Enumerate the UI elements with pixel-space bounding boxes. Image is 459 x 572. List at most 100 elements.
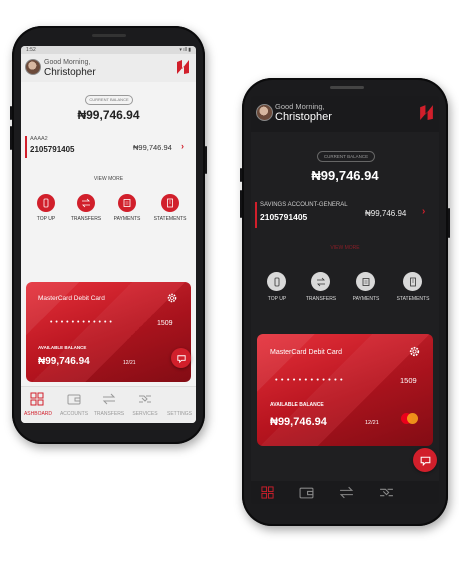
- services-handshake-icon: [139, 395, 151, 403]
- account-name: AAAA2: [30, 136, 48, 142]
- dashboard-grid-icon[interactable]: [261, 486, 274, 499]
- view-more-link[interactable]: VIEW MORE: [21, 176, 196, 182]
- current-balance: ₦99,746.94: [311, 168, 379, 183]
- header: Good Morning, Christopher: [251, 96, 439, 132]
- account-accent-bar: [255, 202, 257, 228]
- card-title: MasterCard Debit Card: [38, 295, 105, 302]
- phone-topup-icon: [37, 194, 55, 212]
- action-label: TRANSFERS: [70, 216, 102, 222]
- account-number: 2105791405: [30, 145, 75, 154]
- avatar[interactable]: [256, 104, 273, 121]
- header: Good Morning, Christopher: [21, 54, 196, 82]
- action-transfers[interactable]: TRANSFERS: [303, 272, 339, 310]
- nav-dashboard[interactable]: ASHBOARD: [21, 387, 55, 423]
- transfer-arrows-icon: [311, 272, 330, 291]
- greeting: Good Morning,: [275, 102, 325, 111]
- action-top-up[interactable]: TOP UP: [29, 194, 63, 230]
- account-name: SAVINGS ACCOUNT-GENERAL: [260, 202, 348, 208]
- status-time: 1:52: [26, 47, 36, 53]
- action-payments[interactable]: PAYMENTS: [348, 272, 384, 310]
- settings-gear-icon[interactable]: [166, 292, 178, 304]
- wallet-icon[interactable]: [299, 486, 314, 499]
- light-theme-phone: 1:52 ▾ ıll ▮ Good Morning, Christopher C…: [10, 26, 207, 444]
- dark-theme-phone: Good Morning, Christopher CURRENT BALANC…: [240, 78, 450, 526]
- card-balance: ₦99,746.94: [270, 416, 327, 428]
- action-label: PAYMENTS: [352, 296, 380, 302]
- avatar[interactable]: [25, 59, 41, 75]
- wallet-icon: [67, 394, 81, 405]
- power-button: [448, 208, 450, 238]
- payments-receipt-icon: [356, 272, 375, 291]
- speaker-grille: [330, 86, 364, 89]
- masked-card-number: • • • • • • • • • • • •: [50, 319, 113, 326]
- action-label: TRANSFERS: [305, 296, 337, 302]
- card-expiry: 12/21: [365, 420, 379, 426]
- nav-label: SETTINGS: [167, 411, 193, 417]
- payments-receipt-icon: [118, 194, 136, 212]
- volume-button: [10, 126, 12, 150]
- transfer-arrows-icon: [77, 194, 95, 212]
- settings-gear-icon[interactable]: [408, 345, 421, 358]
- volume-button: [240, 168, 242, 182]
- transfer-arrows-icon: [102, 393, 116, 405]
- chevron-right-icon[interactable]: ›: [181, 141, 184, 151]
- account-row[interactable]: AAAA2 2105791405 ₦99,746.94 ›: [30, 136, 190, 160]
- chat-icon: [420, 456, 430, 466]
- speaker-grille: [92, 34, 126, 37]
- user-name: Christopher: [44, 67, 96, 78]
- quick-actions: TOP UP TRANSFERS PAYMENTS STATEMENTS: [251, 272, 439, 310]
- account-row[interactable]: SAVINGS ACCOUNT-GENERAL 2105791405 ₦99,7…: [260, 202, 435, 230]
- nav-settings[interactable]: SETTINGS: [163, 387, 196, 423]
- chat-button[interactable]: [171, 348, 191, 368]
- nav-transfers[interactable]: TRANSFERS: [92, 387, 126, 423]
- bottom-nav: [251, 481, 439, 504]
- card-last-four: 1509: [400, 376, 417, 385]
- transfer-arrows-icon[interactable]: [339, 486, 354, 499]
- greeting: Good Morning,: [44, 59, 91, 66]
- action-label: TOP UP: [36, 216, 56, 222]
- action-payments[interactable]: PAYMENTS: [110, 194, 144, 230]
- action-transfers[interactable]: TRANSFERS: [69, 194, 103, 230]
- logo-icon: [177, 60, 189, 74]
- card-last-four: 1509: [157, 320, 173, 327]
- action-label: STATEMENTS: [396, 296, 430, 302]
- chat-icon: [176, 354, 186, 363]
- volume-button: [240, 190, 242, 218]
- nav-accounts[interactable]: ACCOUNTS: [57, 387, 91, 423]
- action-label: PAYMENTS: [113, 216, 141, 222]
- services-handshake-icon[interactable]: [379, 486, 394, 499]
- chat-button[interactable]: [413, 448, 437, 472]
- quick-actions: TOP UP TRANSFERS PAYMENTS STATEMENTS: [21, 194, 196, 230]
- logo-icon: [420, 105, 433, 120]
- account-amount: ₦99,746.94: [133, 143, 172, 152]
- current-balance: ₦99,746.94: [77, 108, 140, 122]
- debit-card[interactable]: MasterCard Debit Card • • • • • • • • • …: [26, 282, 191, 382]
- action-statements[interactable]: STATEMENTS: [392, 272, 434, 310]
- action-label: STATEMENTS: [153, 216, 187, 222]
- nav-label: SERVICES: [132, 411, 158, 417]
- app-screen: 1:52 ▾ ıll ▮ Good Morning, Christopher C…: [21, 46, 196, 423]
- power-button: [205, 146, 207, 174]
- account-amount: ₦99,746.94: [365, 209, 407, 218]
- action-label: TOP UP: [267, 296, 287, 302]
- statements-doc-icon: [403, 272, 422, 291]
- action-top-up[interactable]: TOP UP: [259, 272, 295, 310]
- debit-card[interactable]: MasterCard Debit Card • • • • • • • • • …: [257, 334, 433, 446]
- chevron-right-icon[interactable]: ›: [422, 206, 425, 217]
- card-expiry: 12/21: [123, 360, 136, 366]
- available-balance-label: AVAILABLE BALANCE: [38, 345, 87, 350]
- view-more-link[interactable]: VIEW MORE: [251, 245, 439, 251]
- card-balance: ₦99,746.94: [38, 356, 90, 367]
- phone-topup-icon: [267, 272, 286, 291]
- app-screen: Good Morning, Christopher CURRENT BALANC…: [251, 96, 439, 504]
- current-balance-pill: CURRENT BALANCE: [85, 95, 133, 105]
- statements-doc-icon: [161, 194, 179, 212]
- nav-services[interactable]: SERVICES: [128, 387, 162, 423]
- card-title: MasterCard Debit Card: [270, 349, 342, 356]
- available-balance-label: AVAILABLE BALANCE: [270, 402, 324, 408]
- user-name: Christopher: [275, 111, 332, 123]
- volume-button: [10, 106, 12, 120]
- nav-label: ACCOUNTS: [59, 411, 89, 417]
- nav-label: TRANSFERS: [93, 411, 125, 417]
- action-statements[interactable]: STATEMENTS: [151, 194, 189, 230]
